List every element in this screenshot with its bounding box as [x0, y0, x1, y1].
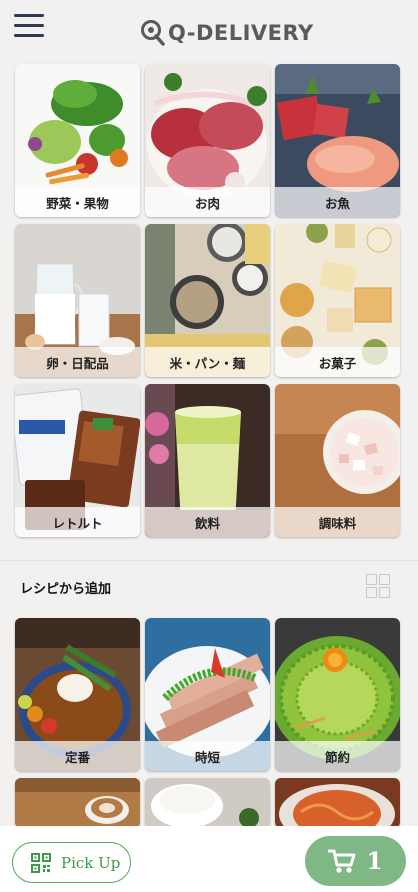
category-grid: 野菜・果物 お肉 お魚 卵・日配品 米・パン・麺 お菓子 レトルト 飲料 調味料	[15, 64, 403, 537]
category-retort-food[interactable]: レトルト	[15, 384, 140, 537]
recipe-section-title: レシピから追加	[20, 582, 112, 597]
category-seasoning[interactable]: 調味料	[275, 384, 400, 537]
recipe-budget[interactable]: 節約	[275, 618, 400, 771]
category-rice-bread-noodles[interactable]: 米・パン・麺	[145, 224, 270, 377]
category-vegetables-fruits[interactable]: 野菜・果物	[15, 64, 140, 217]
recipe-rice[interactable]	[145, 778, 270, 828]
category-label: 飲料	[145, 507, 270, 537]
rice-bowl-photo	[145, 778, 270, 828]
category-eggs-dairy[interactable]: 卵・日配品	[15, 224, 140, 377]
category-meat[interactable]: お肉	[145, 64, 270, 217]
recipe-grid: 定番 時短 節約	[15, 618, 403, 828]
recipe-label: 節約	[275, 741, 400, 771]
pickup-button[interactable]: Pick Up	[12, 842, 131, 883]
qr-code-icon	[31, 852, 51, 873]
cart-button[interactable]: 1	[305, 836, 406, 886]
category-label: お肉	[145, 187, 270, 217]
category-label: 調味料	[275, 507, 400, 537]
category-label: お菓子	[275, 347, 400, 377]
recipe-label: 定番	[15, 741, 140, 771]
magnifier-logo-icon	[141, 20, 165, 46]
recipe-label: 時短	[145, 741, 270, 771]
recipe-standard[interactable]: 定番	[15, 618, 140, 771]
pasta-photo	[275, 778, 400, 828]
category-label: 野菜・果物	[15, 187, 140, 217]
app-screen: Q-DELIVERY 野菜・果物 お肉 お魚 卵・日配品 米・パン・麺 お菓子 …	[0, 0, 418, 892]
header: Q-DELIVERY	[0, 0, 418, 60]
shopping-cart-icon	[328, 849, 356, 873]
cart-count-badge: 1	[366, 847, 383, 875]
category-label: お魚	[275, 187, 400, 217]
category-label: 米・パン・麺	[145, 347, 270, 377]
category-sweets[interactable]: お菓子	[275, 224, 400, 377]
recipe-pasta[interactable]	[275, 778, 400, 828]
category-drinks[interactable]: 飲料	[145, 384, 270, 537]
pickup-label: Pick Up	[61, 853, 121, 872]
hamburger-menu-icon[interactable]	[14, 14, 46, 40]
category-label: 卵・日配品	[15, 347, 140, 377]
section-divider	[0, 560, 418, 561]
category-fish[interactable]: お魚	[275, 64, 400, 217]
brand-name: Q-DELIVERY	[168, 21, 314, 45]
bottom-bar: Pick Up 1	[0, 826, 418, 892]
recipe-quick[interactable]: 時短	[145, 618, 270, 771]
coffee-photo	[15, 778, 140, 828]
grid-layout-icon[interactable]	[364, 572, 392, 600]
brand-logo[interactable]: Q-DELIVERY	[140, 18, 314, 48]
category-label: レトルト	[15, 507, 140, 537]
recipe-coffee[interactable]	[15, 778, 140, 828]
